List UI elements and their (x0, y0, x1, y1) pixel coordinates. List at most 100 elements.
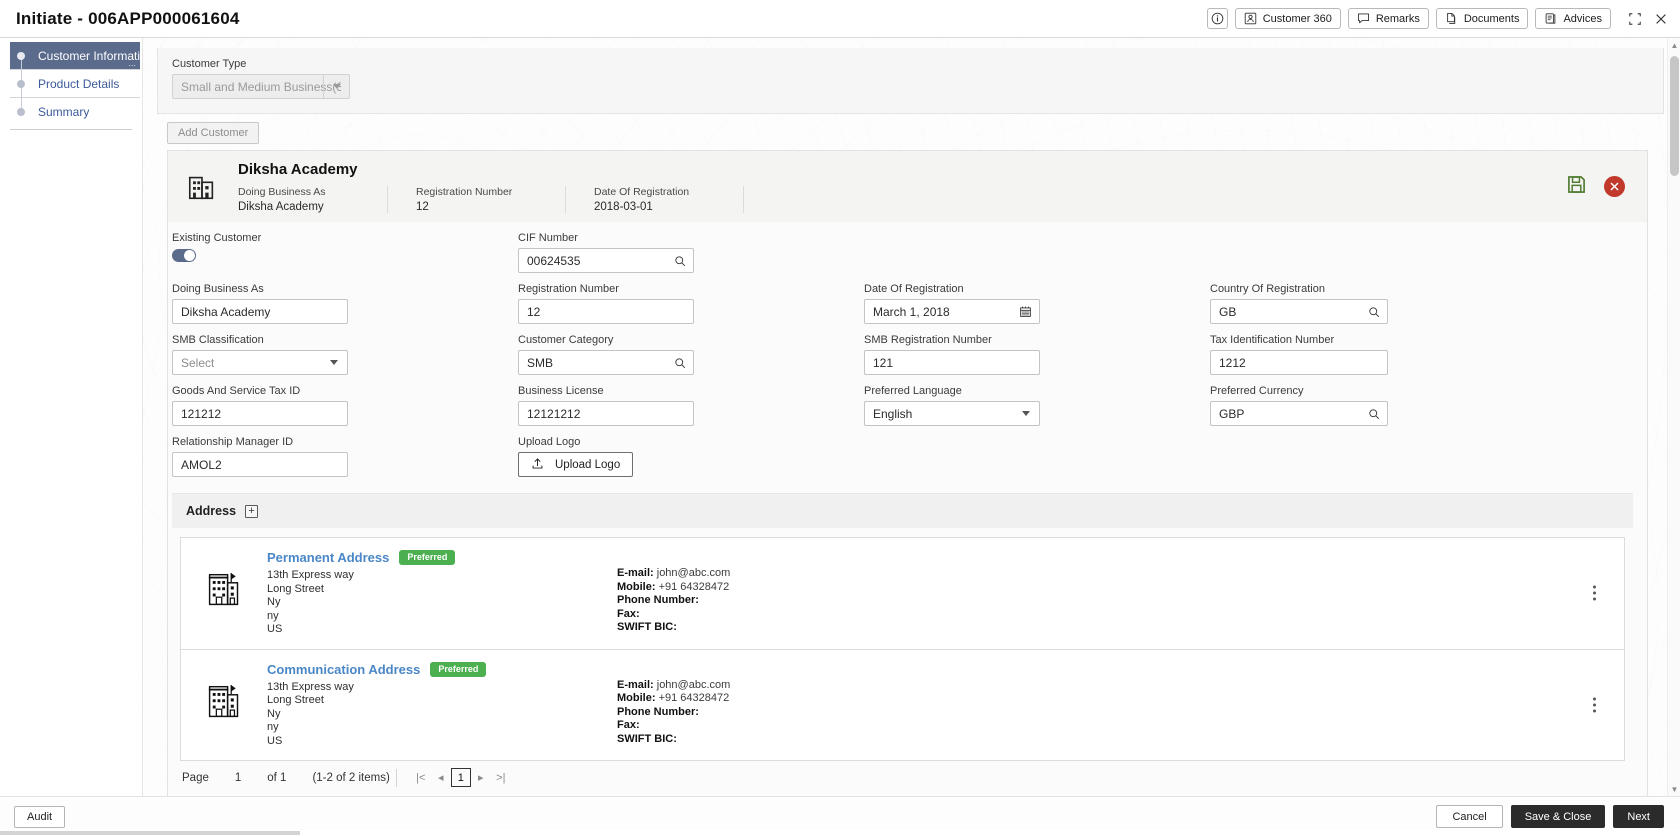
pager-next-button[interactable]: ▸ (471, 768, 491, 788)
calendar-icon[interactable] (1019, 305, 1032, 318)
preferred-badge: Preferred (399, 550, 456, 565)
page-scrollbar[interactable]: ▲ ▼ (1667, 38, 1680, 796)
save-and-close-button[interactable]: Save & Close (1510, 805, 1606, 828)
field-label: Relationship Manager ID (172, 436, 294, 448)
documents-label: Documents (1463, 12, 1520, 25)
registration-number-input[interactable]: 12 (518, 299, 694, 324)
pager-first-button[interactable]: |< (411, 768, 431, 788)
pager-prev-button[interactable]: ◂ (431, 768, 451, 788)
field-label: Upload Logo (518, 436, 581, 448)
os-scroll-indicator (0, 831, 300, 835)
preferred-language-select[interactable]: English (864, 401, 1040, 426)
customer-name: Diksha Academy (238, 161, 358, 178)
add-customer-button[interactable]: Add Customer (167, 122, 260, 144)
field-value: English (873, 406, 913, 421)
step-dot-icon (17, 107, 25, 116)
search-icon[interactable] (1368, 306, 1380, 318)
tax-identification-number-input[interactable]: 1212 (1210, 350, 1388, 375)
pager-of-label: of 1 (267, 771, 287, 784)
contact-swift: SWIFT BIC: (617, 733, 730, 747)
delete-circle-icon[interactable] (1604, 176, 1625, 197)
relationship-manager-id-input[interactable]: AMOL2 (172, 452, 348, 477)
plus-icon[interactable]: + (245, 504, 259, 518)
field-customer-category: Customer Category SMB (518, 334, 864, 385)
field-value: Select (181, 355, 215, 370)
field-value: 12 (527, 304, 541, 319)
address-line: Ny (267, 707, 281, 720)
contact-key: SWIFT BIC: (617, 621, 677, 633)
preferred-currency-input[interactable]: GBP (1210, 401, 1388, 426)
date-of-registration-input[interactable]: March 1, 2018 (864, 299, 1040, 324)
main-content: Customer Type Small and Medium Business(… (142, 38, 1680, 796)
sidebar-item-product-details[interactable]: Product Details (10, 70, 140, 97)
field-label: Preferred Currency (1210, 385, 1304, 397)
field-registration-number: Registration Number 12 (518, 283, 864, 334)
customer-category-input[interactable]: SMB (518, 350, 694, 375)
scroll-up-arrow[interactable]: ▲ (1668, 38, 1680, 52)
advices-button[interactable]: Advices (1535, 8, 1611, 29)
address-row-menu-icon[interactable] (1589, 582, 1600, 605)
documents-icon (1445, 12, 1458, 25)
contact-email: E-mail: john@abc.com (617, 567, 730, 581)
contact-key: E-mail: (617, 678, 654, 691)
info-icon (1211, 12, 1224, 25)
sidebar-bottom-divider (10, 129, 132, 130)
doing-business-as-input[interactable]: Diksha Academy (172, 299, 348, 324)
field-value: GB (1219, 304, 1237, 319)
scroll-down-arrow[interactable]: ▼ (1668, 782, 1680, 796)
address-title-link[interactable]: Communication Address (267, 662, 420, 677)
search-icon[interactable] (674, 255, 686, 267)
country-of-registration-input[interactable]: GB (1210, 299, 1388, 324)
meta-key: Date Of Registration (594, 186, 690, 198)
audit-button[interactable]: Audit (14, 805, 66, 828)
building-address-icon (181, 662, 267, 722)
search-icon[interactable] (674, 357, 686, 369)
advices-label: Advices (1563, 12, 1602, 25)
field-label: Registration Number (518, 283, 619, 295)
chevron-down-icon (321, 351, 347, 374)
address-list: Permanent Address Preferred 13th Express… (180, 537, 1625, 761)
address-section-header: Address + (172, 494, 1633, 528)
scroll-thumb[interactable] (1670, 56, 1679, 176)
contact-swift: SWIFT BIC: (617, 621, 730, 635)
sidebar-item-customer-information[interactable]: Customer Informati ... (10, 42, 140, 69)
field-label: Preferred Language (864, 385, 962, 397)
address-title-link[interactable]: Permanent Address (267, 550, 389, 565)
sidebar: Customer Informati ... Product Details S… (0, 38, 142, 796)
save-icon[interactable] (1567, 175, 1586, 199)
person-card-icon (1244, 12, 1257, 25)
goods-and-service-tax-id-input[interactable]: 121212 (172, 401, 348, 426)
close-icon[interactable] (1653, 11, 1668, 26)
documents-button[interactable]: Documents (1435, 8, 1529, 29)
sidebar-item-summary[interactable]: Summary (10, 98, 140, 125)
address-details: Communication Address Preferred 13th Exp… (267, 661, 617, 749)
address-line: 13th Express way (267, 680, 354, 693)
upload-logo-button[interactable]: Upload Logo (518, 452, 634, 477)
pager-last-button[interactable]: >| (491, 768, 511, 788)
cancel-button[interactable]: Cancel (1436, 805, 1503, 828)
customer-360-button[interactable]: Customer 360 (1234, 8, 1341, 29)
pager-current-page[interactable]: 1 (450, 768, 471, 787)
clipboard-icon (1544, 12, 1557, 25)
customer-type-select[interactable]: Small and Medium Business(S (172, 74, 350, 99)
search-icon[interactable] (1368, 408, 1380, 420)
info-button[interactable] (1206, 8, 1228, 29)
remarks-button[interactable]: Remarks (1347, 8, 1429, 29)
address-row-menu-icon[interactable] (1589, 693, 1600, 716)
field-label: Doing Business As (172, 283, 264, 295)
pager-items-label: (1-2 of 2 items) (312, 771, 390, 784)
next-button[interactable]: Next (1613, 805, 1664, 828)
collapse-icon[interactable] (1627, 11, 1642, 26)
smb-registration-number-input[interactable]: 121 (864, 350, 1040, 375)
cif-number-input[interactable]: 00624535 (518, 248, 694, 273)
customer-360-label: Customer 360 (1262, 12, 1332, 25)
smb-classification-select[interactable]: Select (172, 350, 348, 375)
meta-value: 12 (416, 201, 429, 213)
address-row: Permanent Address Preferred 13th Express… (181, 538, 1624, 649)
existing-customer-toggle[interactable] (172, 249, 196, 262)
field-spacer-4 (1210, 436, 1556, 487)
field-value: AMOL2 (181, 457, 222, 472)
customer-card-header: Diksha Academy Doing Business As Diksha … (168, 151, 1647, 222)
footer-actions: Cancel Save & Close Next (1436, 805, 1664, 828)
business-license-input[interactable]: 12121212 (518, 401, 694, 426)
